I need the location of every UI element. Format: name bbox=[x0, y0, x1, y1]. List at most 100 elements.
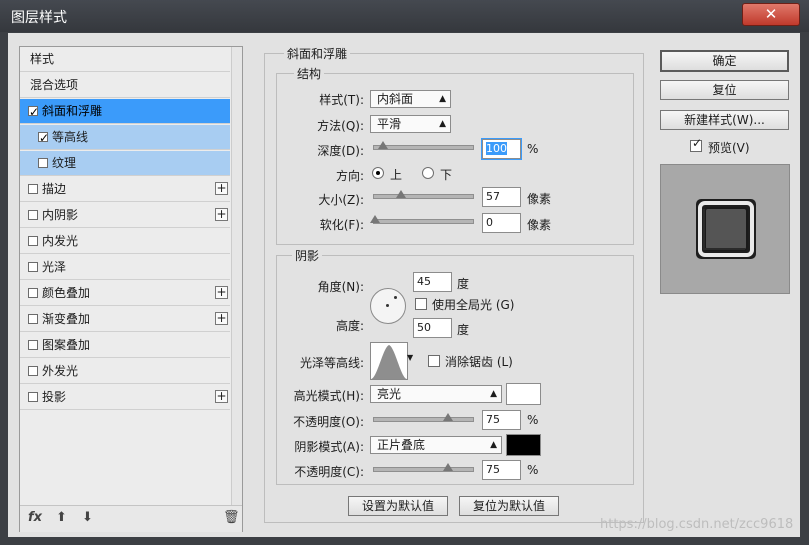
slider-thumb[interactable] bbox=[396, 190, 406, 198]
list-toolbar: fx ⬆ ⬇ 🗑 bbox=[20, 505, 242, 532]
stroke-checkbox[interactable] bbox=[28, 184, 38, 194]
outer-glow-checkbox[interactable] bbox=[28, 366, 38, 376]
list-item-drop-shadow[interactable]: 投影 + bbox=[20, 385, 230, 410]
direction-up-radio[interactable] bbox=[372, 167, 384, 179]
move-up-icon[interactable]: ⬆ bbox=[56, 510, 67, 525]
list-label: 内发光 bbox=[42, 234, 79, 248]
direction-down-radio[interactable] bbox=[422, 167, 434, 179]
list-item-outer-glow[interactable]: 外发光 bbox=[20, 359, 230, 384]
add-drop-shadow-icon[interactable]: + bbox=[215, 390, 228, 403]
list-item-contour[interactable]: 等高线 bbox=[20, 125, 230, 151]
list-item-inner-glow[interactable]: 内发光 bbox=[20, 229, 230, 254]
drop-shadow-checkbox[interactable] bbox=[28, 392, 38, 402]
add-stroke-icon[interactable]: + bbox=[215, 182, 228, 195]
list-item-pattern-overlay[interactable]: 图案叠加 bbox=[20, 333, 230, 358]
gradient-overlay-checkbox[interactable] bbox=[28, 314, 38, 324]
gloss-dropdown-icon[interactable]: ▼ bbox=[407, 353, 413, 362]
list-item-inner-shadow[interactable]: 内阴影 + bbox=[20, 203, 230, 228]
select-arrow-icon: ▲ bbox=[439, 119, 446, 129]
depth-slider[interactable] bbox=[373, 141, 474, 150]
texture-checkbox[interactable] bbox=[38, 158, 48, 168]
close-button[interactable]: ✕ bbox=[742, 3, 800, 26]
gloss-contour-picker[interactable] bbox=[370, 342, 408, 380]
highlight-opacity-label: 不透明度(O): bbox=[293, 415, 364, 429]
global-light-label: 使用全局光 (G) bbox=[432, 298, 515, 312]
slider-thumb[interactable] bbox=[370, 215, 380, 223]
list-label: 颜色叠加 bbox=[42, 286, 91, 300]
depth-input[interactable]: 100 bbox=[481, 138, 522, 160]
list-item-bevel-emboss[interactable]: 斜面和浮雕 bbox=[20, 99, 230, 125]
angle-input[interactable]: 45 bbox=[413, 272, 452, 292]
soften-unit: 像素 bbox=[527, 218, 552, 232]
trash-icon[interactable]: 🗑 bbox=[223, 510, 240, 525]
preview-checkbox[interactable] bbox=[690, 136, 702, 152]
list-label: 等高线 bbox=[52, 130, 89, 144]
anti-alias-label: 消除锯齿 (L) bbox=[445, 355, 513, 369]
slider-thumb[interactable] bbox=[378, 141, 388, 149]
list-item-satin[interactable]: 光泽 bbox=[20, 255, 230, 280]
direction-label: 方向: bbox=[335, 169, 364, 183]
angle-label: 角度(N): bbox=[317, 280, 364, 294]
altitude-input[interactable]: 50 bbox=[413, 318, 452, 338]
slider-thumb[interactable] bbox=[443, 413, 453, 421]
list-item-stroke[interactable]: 描边 + bbox=[20, 177, 230, 202]
depth-label: 深度(D): bbox=[317, 144, 364, 158]
global-light-checkbox[interactable] bbox=[415, 298, 427, 310]
color-overlay-checkbox[interactable] bbox=[28, 288, 38, 298]
shadow-opacity-slider[interactable] bbox=[373, 463, 474, 472]
style-label: 样式(T): bbox=[319, 93, 364, 107]
highlight-mode-select[interactable]: 亮光 ▲ bbox=[370, 385, 502, 403]
shadow-color-swatch[interactable] bbox=[506, 434, 541, 456]
set-default-button[interactable]: 设置为默认值 bbox=[348, 496, 448, 516]
soften-slider[interactable] bbox=[370, 215, 474, 224]
pattern-overlay-checkbox[interactable] bbox=[28, 340, 38, 350]
highlight-mode-label: 高光模式(H): bbox=[293, 389, 364, 403]
highlight-color-swatch[interactable] bbox=[506, 383, 541, 405]
shadow-mode-label: 阴影模式(A): bbox=[294, 440, 364, 454]
contour-checkbox[interactable] bbox=[38, 126, 49, 151]
list-label: 混合选项 bbox=[30, 78, 79, 92]
soften-input[interactable]: 0 bbox=[482, 213, 521, 233]
fx-icon[interactable]: fx bbox=[28, 510, 42, 525]
list-item-blending-options[interactable]: 混合选项 bbox=[20, 73, 230, 98]
anti-alias-checkbox[interactable] bbox=[428, 355, 440, 367]
technique-select[interactable]: 平滑 ▲ bbox=[370, 115, 451, 133]
direction-up-label: 上 bbox=[390, 168, 403, 182]
size-input[interactable]: 57 bbox=[482, 187, 521, 207]
list-label: 图案叠加 bbox=[42, 338, 91, 352]
list-label: 斜面和浮雕 bbox=[42, 104, 103, 118]
dialog-window: 图层样式 ✕ 样式 混合选项 斜面和浮雕 等高线 纹理 描边 + 内阴影 + 内发光… bbox=[0, 0, 809, 545]
move-down-icon[interactable]: ⬇ bbox=[82, 510, 93, 525]
inner-glow-checkbox[interactable] bbox=[28, 236, 38, 246]
bevel-checkbox[interactable] bbox=[28, 100, 39, 125]
add-gradient-overlay-icon[interactable]: + bbox=[215, 312, 228, 325]
highlight-opacity-slider[interactable] bbox=[373, 413, 474, 422]
satin-checkbox[interactable] bbox=[28, 262, 38, 272]
shadow-opacity-value: 75 bbox=[486, 463, 500, 476]
new-style-button[interactable]: 新建样式(W)... bbox=[660, 110, 789, 130]
list-item-styles[interactable]: 样式 bbox=[20, 47, 230, 72]
slider-thumb[interactable] bbox=[443, 463, 453, 471]
altitude-value: 50 bbox=[417, 321, 431, 334]
shadow-mode-value: 正片叠底 bbox=[377, 438, 426, 452]
list-label: 外发光 bbox=[42, 364, 79, 378]
highlight-opacity-value: 75 bbox=[486, 413, 500, 426]
style-select[interactable]: 内斜面 ▲ bbox=[370, 90, 451, 108]
select-arrow-icon: ▲ bbox=[490, 440, 497, 450]
shadow-opacity-input[interactable]: 75 bbox=[482, 460, 521, 480]
size-slider[interactable] bbox=[373, 190, 474, 199]
shadow-mode-select[interactable]: 正片叠底 ▲ bbox=[370, 436, 502, 454]
list-item-texture[interactable]: 纹理 bbox=[20, 151, 230, 176]
highlight-opacity-input[interactable]: 75 bbox=[482, 410, 521, 430]
list-scrollbar[interactable] bbox=[231, 47, 242, 505]
inner-shadow-checkbox[interactable] bbox=[28, 210, 38, 220]
add-color-overlay-icon[interactable]: + bbox=[215, 286, 228, 299]
ok-button[interactable]: 确定 bbox=[660, 50, 789, 72]
angle-dial[interactable] bbox=[370, 288, 406, 324]
list-item-gradient-overlay[interactable]: 渐变叠加 + bbox=[20, 307, 230, 332]
list-item-color-overlay[interactable]: 颜色叠加 + bbox=[20, 281, 230, 306]
reset-button[interactable]: 复位 bbox=[660, 80, 789, 100]
shadow-opacity-unit: % bbox=[527, 463, 539, 477]
reset-default-button[interactable]: 复位为默认值 bbox=[459, 496, 559, 516]
add-inner-shadow-icon[interactable]: + bbox=[215, 208, 228, 221]
